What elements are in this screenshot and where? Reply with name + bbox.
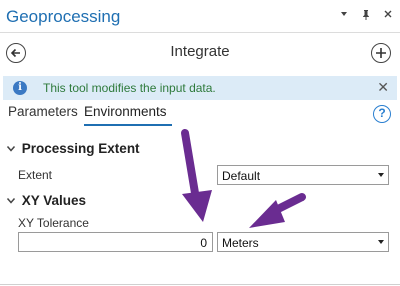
extent-value: Default xyxy=(222,169,261,183)
help-icon[interactable]: ? xyxy=(373,105,391,123)
tool-header: Integrate xyxy=(0,33,400,73)
section-xy-values[interactable]: XY Values xyxy=(6,193,86,208)
extent-dropdown[interactable]: Default xyxy=(217,165,389,185)
chevron-down-icon xyxy=(6,145,18,156)
section-processing-extent[interactable]: Processing Extent xyxy=(6,141,140,156)
xy-tolerance-input[interactable]: 0 xyxy=(18,232,213,252)
pane-title: Geoprocessing xyxy=(6,7,121,26)
pane-window-controls xyxy=(338,9,394,24)
close-icon[interactable] xyxy=(382,9,394,24)
arrow-to-units-dropdown xyxy=(249,193,306,228)
arrow-to-tolerance-input xyxy=(181,129,212,222)
chevron-down-icon[interactable] xyxy=(338,9,350,24)
xy-tolerance-units-dropdown[interactable]: Meters xyxy=(217,232,389,252)
pane-bottom-divider xyxy=(0,284,400,285)
info-close-icon[interactable]: ✕ xyxy=(377,79,389,96)
tab-parameters[interactable]: Parameters xyxy=(8,104,78,119)
extent-label: Extent xyxy=(18,168,53,182)
tab-environments[interactable]: Environments xyxy=(84,104,167,119)
units-value: Meters xyxy=(222,236,259,250)
dropdown-caret-icon xyxy=(378,240,384,244)
info-message: This tool modifies the input data. xyxy=(43,81,216,95)
xy-tolerance-label: XY Tolerance xyxy=(18,216,89,230)
plus-icon xyxy=(376,48,386,58)
chevron-down-icon xyxy=(6,197,18,208)
pane-title-bar: Geoprocessing xyxy=(0,0,400,33)
pin-icon[interactable] xyxy=(360,9,372,24)
info-icon: i xyxy=(13,81,27,95)
xy-tolerance-value: 0 xyxy=(200,236,207,250)
tool-name: Integrate xyxy=(170,43,230,60)
add-button[interactable] xyxy=(371,43,391,63)
dropdown-caret-icon xyxy=(378,173,384,177)
active-tab-indicator xyxy=(84,124,172,126)
info-message-bar: i This tool modifies the input data. ✕ xyxy=(3,76,397,100)
section-title: XY Values xyxy=(21,193,87,208)
section-title: Processing Extent xyxy=(21,141,140,156)
